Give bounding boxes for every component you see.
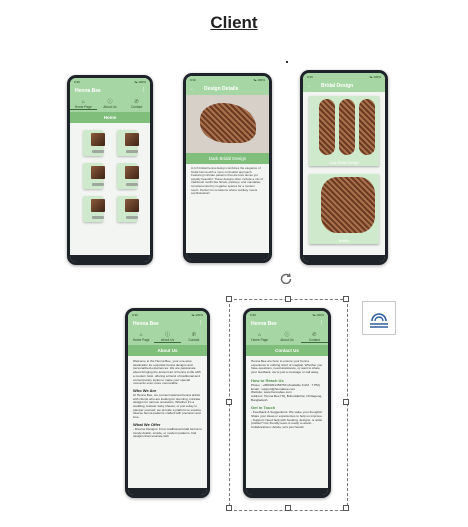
card-button	[92, 183, 104, 186]
phone-home: 9:30 ▾▴ 100% Henna Bee ⋮ ⌂ Home Page ⓘ About…	[67, 75, 153, 265]
resize-handle[interactable]	[343, 296, 349, 302]
card-caption: Arabic	[339, 239, 349, 243]
selection-frame[interactable]	[229, 299, 348, 511]
status-bar: 9:30 ▾▴ 100%	[70, 78, 150, 85]
card-button	[92, 216, 104, 219]
phone-about-us: 9:30 ▾▴ 100% Henna Bee ⋮ ⌂ Home Page ⓘ About…	[125, 308, 210, 498]
tab-home[interactable]: ⌂ Home Page	[70, 99, 97, 110]
resize-handle[interactable]	[343, 505, 349, 511]
section-header: About Us	[128, 345, 207, 356]
more-vert-icon[interactable]: ⋮	[141, 87, 146, 93]
design-card[interactable]	[83, 163, 105, 189]
arrow-back-icon[interactable]: ←	[190, 86, 195, 92]
app-bar: ← Design Details	[186, 83, 269, 95]
status-bar: 9:30 ▾▴ 100%	[186, 76, 269, 83]
design-grid	[70, 123, 150, 229]
system-nav-bar	[70, 255, 150, 262]
card-button	[126, 150, 138, 153]
design-card[interactable]: Dark Bridal Design	[309, 96, 379, 166]
design-card[interactable]	[83, 196, 105, 222]
design-card[interactable]	[117, 130, 139, 156]
page-title: Client	[210, 13, 258, 32]
app-bar: Henna Bee ⋮	[128, 318, 207, 330]
tab-home[interactable]: ⌂ Home Page	[128, 332, 154, 343]
resize-handle[interactable]	[226, 505, 232, 511]
app-bar: ← Bridal Design	[303, 80, 385, 92]
resize-handle[interactable]	[226, 296, 232, 302]
resize-handle[interactable]	[343, 399, 349, 405]
design-card[interactable]	[117, 196, 139, 222]
phone-design-details: 9:30 ▾▴ 100% ← Design Details Dark Bridal …	[183, 73, 272, 263]
system-nav-bar	[128, 488, 207, 495]
resize-handle[interactable]	[285, 296, 291, 302]
phone-bridal-design: 9:30 ▾▴ 100% ← Bridal Design Dark Bridal D…	[300, 70, 388, 265]
card-button	[126, 183, 138, 186]
design-description: A rich bridal henna design combines the …	[191, 166, 263, 196]
tab-bar: ⌂ Home Page ⓘ About Us ✆ Contact	[128, 330, 207, 345]
section-header: Home	[70, 112, 150, 123]
about-intro: Welcome to the Henna Bee, your one-stop …	[133, 359, 201, 386]
who-text: At Henna Bee, we connect talented henna …	[133, 392, 201, 420]
app-bar: Henna Bee ⋮	[70, 85, 150, 97]
card-button	[126, 216, 138, 219]
text-wrap-icon[interactable]	[362, 301, 396, 335]
stray-dot	[286, 61, 288, 63]
system-nav-bar	[303, 255, 385, 262]
tab-about[interactable]: ⓘ About Us	[154, 332, 181, 343]
design-image	[186, 95, 269, 153]
resize-handle[interactable]	[285, 505, 291, 511]
resize-handle[interactable]	[226, 399, 232, 405]
system-nav-bar	[186, 253, 269, 260]
design-card[interactable]	[83, 130, 105, 156]
design-caption: Dark Bridal Design	[186, 153, 269, 164]
tab-contact[interactable]: ✆ Contact	[123, 99, 149, 110]
rotate-icon[interactable]	[278, 271, 294, 287]
design-card[interactable]	[117, 163, 139, 189]
design-card[interactable]: Arabic	[309, 174, 379, 244]
tab-contact[interactable]: ✆ Contact	[181, 332, 207, 343]
tab-bar: ⌂ Home Page ⓘ About Us ✆ Contact	[70, 97, 150, 112]
offer-text: - Diverse Designs: From traditional brid…	[133, 426, 202, 439]
card-caption: Dark Bridal Design	[329, 161, 359, 165]
arrow-back-icon[interactable]: ←	[307, 83, 312, 89]
more-vert-icon[interactable]: ⋮	[198, 320, 203, 326]
status-bar: 9:30 ▾▴ 100%	[128, 311, 207, 318]
status-bar: 9:30 ▾▴ 100%	[303, 73, 385, 80]
tab-about[interactable]: ⓘ About Us	[97, 99, 123, 110]
card-button	[92, 150, 104, 153]
